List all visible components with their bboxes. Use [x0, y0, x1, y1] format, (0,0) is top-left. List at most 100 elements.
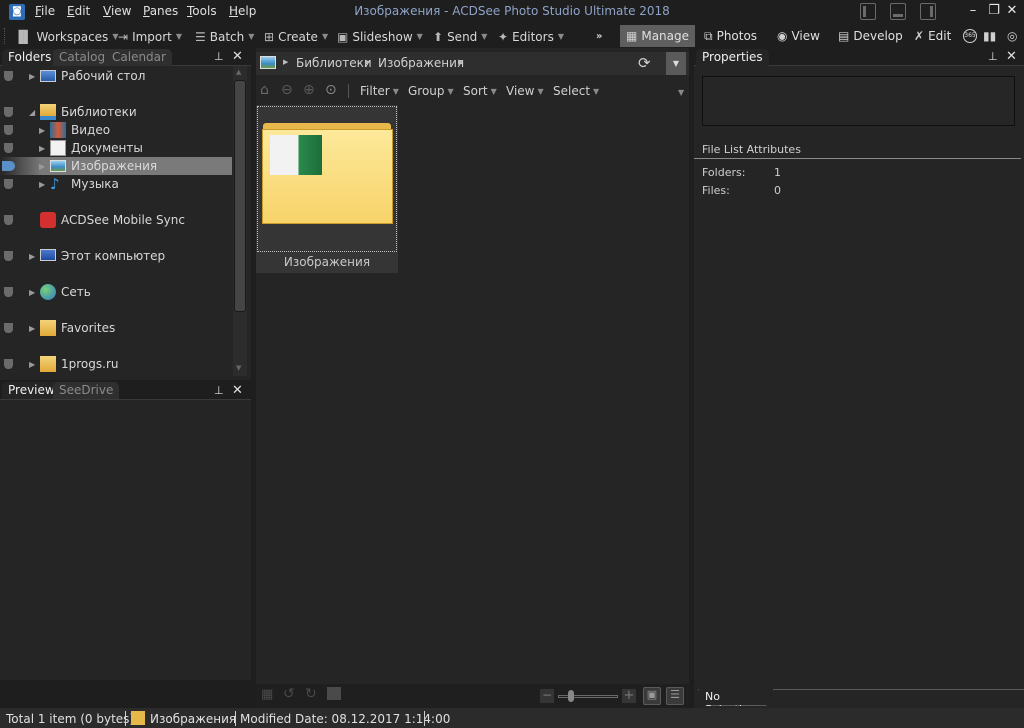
label-tag-icon[interactable]	[4, 251, 13, 261]
layout-right-pane-icon[interactable]	[920, 3, 936, 20]
restore-button[interactable]: ❐	[986, 3, 1002, 18]
label-tag-icon[interactable]	[4, 287, 13, 297]
tab-calendar[interactable]: Calendar	[106, 49, 172, 66]
scroll-down-icon[interactable]: ▼	[236, 364, 241, 372]
mode-view[interactable]: ◉ View	[771, 25, 826, 47]
tab-catalog[interactable]: Catalog	[53, 49, 112, 66]
mode-edit[interactable]: ✗ Edit	[908, 25, 957, 47]
menu-view[interactable]: View	[103, 4, 131, 18]
tree-item[interactable]: ▶ Сеть	[0, 283, 232, 301]
label-tag-icon[interactable]	[4, 125, 13, 135]
workspaces-button[interactable]: ▐▌ Workspaces ▼	[14, 28, 118, 45]
thumbnail-size-slider[interactable]	[558, 695, 618, 698]
refresh-icon[interactable]: ⟳	[638, 54, 651, 72]
tab-properties[interactable]: Properties	[696, 49, 769, 66]
collapse-arrow-icon[interactable]: ◢	[29, 108, 35, 117]
layout-bottom-pane-icon[interactable]	[890, 3, 906, 20]
close-panel-icon[interactable]: ✕	[232, 383, 243, 398]
back-icon[interactable]: ⊖	[281, 82, 293, 98]
pin-icon[interactable]: ⊥	[214, 384, 224, 397]
menu-edit[interactable]: Edit	[67, 4, 90, 18]
label-tag-icon[interactable]	[4, 323, 13, 333]
breadcrumb-arrow-icon[interactable]: ▶	[458, 58, 463, 66]
rotate-left-icon[interactable]: ↺	[283, 686, 295, 702]
zoom-in-button[interactable]: +	[622, 689, 636, 703]
group-menu[interactable]: Group ▼	[408, 84, 454, 98]
tree-item[interactable]: ▶ 1progs.ru	[0, 355, 232, 373]
menu-tools[interactable]: Tools	[187, 4, 217, 18]
thumbnail-view-icon[interactable]: ▣	[643, 687, 661, 705]
close-button[interactable]: ✕	[1004, 3, 1020, 18]
sort-menu[interactable]: Sort ▼	[463, 84, 497, 98]
expand-arrow-icon[interactable]: ▶	[29, 72, 35, 81]
tree-item[interactable]: ▶ Видео	[0, 121, 232, 139]
label-tag-icon[interactable]	[4, 143, 13, 153]
tab-folders[interactable]: Folders	[2, 49, 58, 66]
send-button[interactable]: ⬆ Send ▼	[433, 28, 487, 45]
expand-arrow-icon[interactable]: ▶	[29, 252, 35, 261]
view-menu[interactable]: View ▼	[506, 84, 544, 98]
details-view-icon[interactable]: ☰	[666, 687, 684, 705]
tab-no-selection[interactable]: No Selection	[698, 689, 774, 706]
thumbnail-item[interactable]: Изображения	[256, 105, 398, 273]
filter-menu[interactable]: Filter ▼	[360, 84, 399, 98]
mode-photos[interactable]: ⧉ Photos	[698, 25, 763, 47]
expand-arrow-icon[interactable]: ▶	[29, 324, 35, 333]
menu-file[interactable]: File	[35, 4, 55, 18]
label-tag-icon[interactable]	[4, 107, 13, 117]
expand-arrow-icon[interactable]: ▶	[29, 288, 35, 297]
tab-seedrive[interactable]: SeeDrive	[53, 382, 120, 399]
menu-help[interactable]: Help	[229, 4, 256, 18]
path-dropdown-button[interactable]: ▼	[666, 52, 686, 75]
app-icon[interactable]: ◙	[9, 4, 25, 20]
menu-panes[interactable]: Panes	[143, 4, 178, 18]
tree-item[interactable]: ▶ Рабочий стол	[0, 67, 232, 85]
expand-arrow-icon[interactable]: ▶	[29, 360, 35, 369]
scroll-thumb[interactable]	[234, 80, 246, 312]
tree-item[interactable]: ◢ Библиотеки	[0, 103, 232, 121]
label-tag-icon[interactable]	[2, 161, 15, 171]
toolbar-overflow-button[interactable]: »	[596, 28, 602, 45]
filterbar-overflow-icon[interactable]: ▼	[678, 88, 684, 97]
breadcrumb-item[interactable]: Библиотеки	[296, 56, 372, 70]
scroll-up-icon[interactable]: ▲	[236, 68, 241, 76]
import-button[interactable]: ⇥ Import ▼	[118, 28, 182, 45]
expand-arrow-icon[interactable]: ▶	[39, 144, 45, 153]
tree-item[interactable]: ▶ Документы	[0, 139, 232, 157]
mode-manage[interactable]: ▦ Manage	[620, 25, 696, 47]
dashboard-button[interactable]: ▮▮	[980, 25, 999, 47]
close-panel-icon[interactable]: ✕	[1006, 49, 1017, 64]
create-button[interactable]: ⊞ Create ▼	[264, 28, 328, 45]
close-panel-icon[interactable]: ✕	[232, 49, 243, 64]
label-tag-icon[interactable]	[4, 215, 13, 225]
folders-scrollbar[interactable]: ▲ ▼	[233, 66, 247, 376]
forward-icon[interactable]: ⊕	[303, 82, 315, 98]
rotate-right-icon[interactable]: ↻	[305, 686, 317, 702]
breadcrumb-arrow-icon[interactable]: ▶	[365, 58, 370, 66]
slider-handle[interactable]	[568, 690, 574, 702]
pin-icon[interactable]: ⊥	[214, 50, 224, 63]
up-folder-icon[interactable]: ⊙	[325, 82, 337, 98]
batch-button[interactable]: ☰ Batch ▼	[195, 28, 254, 45]
mode-develop[interactable]: ▤ Develop	[832, 25, 909, 47]
label-tag-icon[interactable]	[4, 359, 13, 369]
quick-view-button[interactable]: ◎	[1004, 25, 1020, 47]
pin-icon[interactable]: ⊥	[988, 50, 998, 63]
tree-item[interactable]: ▶ Этот компьютер	[0, 247, 232, 265]
mode-365-button[interactable]: 365	[960, 25, 980, 47]
expand-arrow-icon[interactable]: ▶	[39, 162, 45, 171]
toolbar-grip[interactable]	[4, 28, 7, 44]
zoom-out-button[interactable]: −	[540, 689, 554, 703]
label-tag-icon[interactable]	[4, 179, 13, 189]
breadcrumb-arrow-icon[interactable]: ▶	[283, 58, 288, 66]
expand-arrow-icon[interactable]: ▶	[39, 126, 45, 135]
tree-item[interactable]: ▶ Favorites	[0, 319, 232, 337]
tree-item[interactable]: ACDSee Mobile Sync	[0, 211, 232, 229]
label-tag-icon[interactable]	[4, 71, 13, 81]
compare-icon[interactable]	[327, 687, 341, 700]
image-basket-icon[interactable]: ▦	[261, 687, 273, 702]
tree-item[interactable]: ▶ Изображения	[0, 157, 232, 175]
tab-preview[interactable]: Preview	[2, 382, 61, 399]
editors-button[interactable]: ✦ Editors ▼	[498, 28, 564, 45]
expand-arrow-icon[interactable]: ▶	[39, 180, 45, 189]
